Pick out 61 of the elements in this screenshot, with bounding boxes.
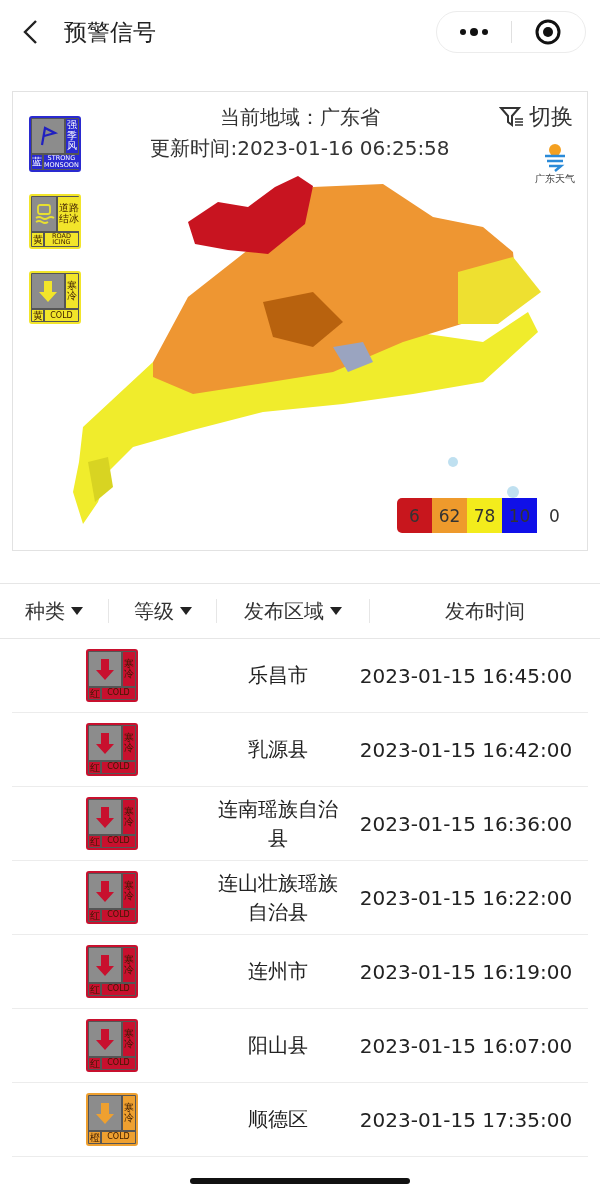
dropdown-icon (71, 607, 83, 615)
badge-english: COLD (102, 984, 135, 995)
badge-title: 寒冷 (124, 806, 134, 828)
badge-title: 道路结冰 (59, 203, 79, 225)
area-cell-text: 顺德区 (247, 1106, 309, 1133)
time-cell-text: 2023-01-15 16:19:00 (358, 959, 574, 984)
update-time: 更新时间:2023-01-16 06:25:58 (150, 135, 450, 162)
badge-title: 寒冷 (124, 1028, 134, 1050)
badge-level: 红 (89, 910, 100, 921)
badge-english: COLD (102, 688, 135, 699)
badge-title: 寒冷 (67, 280, 77, 302)
badge-level: 红 (89, 688, 100, 699)
target-icon[interactable] (534, 18, 563, 46)
time-cell-text: 2023-01-15 16:45:00 (358, 663, 574, 688)
time-cell-text: 2023-01-15 17:35:00 (358, 1107, 574, 1132)
time-cell-text: 2023-01-15 16:07:00 (358, 1033, 574, 1058)
badge-title: 寒冷 (124, 880, 134, 902)
badge-english: COLD (102, 836, 135, 847)
badge-english: COLD (45, 310, 78, 322)
area-cell-text: 连州市 (247, 958, 309, 985)
legend-count: 62 (432, 498, 467, 533)
badge-level: 红 (89, 836, 100, 847)
legend-count: 10 (502, 498, 537, 533)
time-cell-text: 2023-01-15 16:36:00 (358, 811, 574, 836)
badge-title: 强季风 (67, 120, 77, 152)
legend-count: 6 (397, 498, 432, 533)
badge-level: 黄 (32, 232, 43, 247)
time-cell-text: 2023-01-15 16:22:00 (358, 885, 574, 910)
region-label: 当前地域：广东省 (220, 104, 380, 131)
column-filter[interactable]: 发布区域 (244, 597, 342, 625)
badge-english: COLD (102, 762, 135, 773)
more-icon[interactable] (458, 27, 489, 37)
logo-caption: 广东天气 (535, 172, 575, 186)
badge-english: COLD (102, 1132, 135, 1143)
area-cell-text: 乳源县 (247, 736, 309, 763)
dropdown-icon (179, 607, 192, 615)
time-cell-text: 2023-01-15 16:42:00 (358, 737, 574, 762)
column-filter[interactable]: 种类 (25, 597, 83, 625)
area-cell-text: 连南瑶族自治县 (217, 795, 339, 852)
badge-level: 红 (89, 762, 100, 773)
badge-title: 寒冷 (124, 732, 134, 754)
switch-button[interactable]: 切换 (499, 102, 573, 132)
filter-icon (499, 106, 525, 128)
badge-english: COLD (102, 910, 135, 921)
badge-level: 橙 (89, 1132, 100, 1143)
badge-title: 寒冷 (124, 1102, 134, 1124)
badge-title: 寒冷 (124, 954, 134, 976)
badge-english: COLD (102, 1058, 135, 1069)
badge-level: 红 (89, 1058, 100, 1069)
area-cell-text: 连山壮族瑶族自治县 (217, 869, 339, 926)
column-header: 发布时间 (445, 597, 525, 625)
legend-count: 78 (467, 498, 502, 533)
badge-title: 寒冷 (124, 658, 134, 680)
dropdown-icon (330, 607, 342, 615)
column-filter[interactable]: 等级 (133, 597, 192, 625)
badge-level: 蓝 (32, 155, 42, 169)
area-cell-text: 阳山县 (247, 1032, 309, 1059)
page-title: 预警信号 (64, 17, 157, 47)
badge-level: 黄 (32, 310, 43, 322)
area-cell-text: 乐昌市 (247, 662, 309, 689)
badge-level: 红 (89, 984, 100, 995)
